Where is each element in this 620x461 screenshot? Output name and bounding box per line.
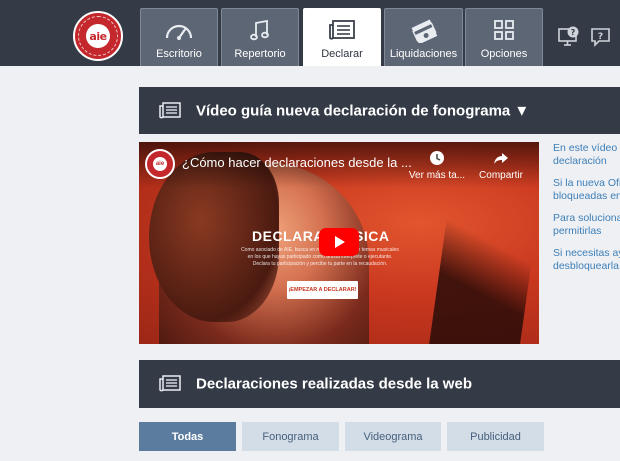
video-cta-button: ¡EMPEZAR A DECLARAR! xyxy=(287,281,358,299)
video-overlay-heading-right: SICA xyxy=(354,228,390,244)
svg-text:?: ? xyxy=(571,28,576,37)
youtube-video-player[interactable]: aie ¿Cómo hacer declaraciones desde la .… xyxy=(139,142,539,344)
top-navigation-bar: aie Escritorio Repertorio Declarar Liqui… xyxy=(0,0,620,66)
video-guide-header[interactable]: Vídeo guía nueva declaración de fonogram… xyxy=(139,87,620,134)
document-list-icon xyxy=(304,19,380,45)
video-side-notes: En este vídeo p declaración Si la nueva O… xyxy=(553,142,620,282)
declarations-title: Declaraciones realizadas desde la web xyxy=(196,375,472,393)
filter-publicidad[interactable]: Publicidad xyxy=(447,422,544,451)
svg-text:?: ? xyxy=(598,32,603,42)
filter-fonograma[interactable]: Fonograma xyxy=(242,422,339,451)
tab-label: Declarar xyxy=(321,48,363,60)
side-link[interactable]: En este vídeo p declaración xyxy=(553,142,620,168)
play-button[interactable] xyxy=(319,228,359,256)
video-guide-title: Vídeo guía nueva declaración de fonogram… xyxy=(196,102,530,119)
declarations-header: Declaraciones realizadas desde la web xyxy=(139,360,620,408)
share-label: Compartir xyxy=(479,170,523,181)
tab-label: Opciones xyxy=(480,48,528,60)
grid-icon xyxy=(466,19,542,45)
video-overlay-heading-left: DECLARA xyxy=(252,228,324,244)
share-button[interactable]: Compartir xyxy=(461,150,539,181)
tab-label: Liquidaciones xyxy=(389,48,458,60)
filter-videograma[interactable]: Videograma xyxy=(345,422,441,451)
video-title[interactable]: ¿Cómo hacer declaraciones desde la ... xyxy=(182,155,412,170)
tab-label: Escritorio xyxy=(156,48,202,60)
gauge-icon xyxy=(141,19,217,45)
tab-label: Repertorio xyxy=(234,48,286,60)
watch-later-label: Ver más ta... xyxy=(408,170,466,181)
document-list-icon xyxy=(159,375,181,393)
tab-liquidaciones[interactable]: Liquidaciones xyxy=(384,8,463,66)
tab-repertorio[interactable]: Repertorio xyxy=(221,8,299,66)
money-stack-icon xyxy=(385,19,462,45)
logo-text: aie xyxy=(86,24,110,48)
help-monitor-icon[interactable]: ? xyxy=(558,26,580,48)
filter-todas[interactable]: Todas xyxy=(139,422,236,451)
tab-escritorio[interactable]: Escritorio xyxy=(140,8,218,66)
clock-icon xyxy=(430,151,444,165)
help-chat-icon[interactable]: ? xyxy=(590,26,612,48)
side-link[interactable]: Si necesitas ay desbloquearla xyxy=(553,247,620,273)
tab-declarar[interactable]: Declarar xyxy=(303,8,381,66)
aie-logo[interactable]: aie xyxy=(73,11,123,61)
side-link[interactable]: Para solucional permitirlas xyxy=(553,212,620,238)
share-arrow-icon xyxy=(494,153,508,164)
document-list-icon xyxy=(159,101,181,120)
play-icon xyxy=(335,236,345,248)
side-link[interactable]: Si la nueva Ofi bloqueadas en xyxy=(553,177,620,203)
music-note-icon xyxy=(222,19,298,45)
channel-avatar[interactable]: aie xyxy=(145,149,175,179)
channel-avatar-text: aie xyxy=(153,157,167,171)
tab-opciones[interactable]: Opciones xyxy=(465,8,543,66)
